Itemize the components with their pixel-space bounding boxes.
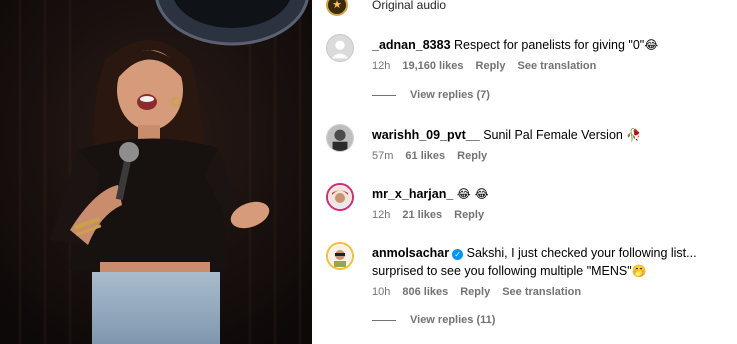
comment-time: 57m bbox=[372, 150, 394, 162]
comment-meta: 12h 21 likes Reply bbox=[372, 209, 722, 221]
comment-time: 12h bbox=[372, 60, 391, 72]
user-avatar[interactable] bbox=[326, 124, 354, 152]
comment-meta: 12h 19,160 likes Reply See translation bbox=[372, 60, 722, 72]
view-replies-button[interactable]: View replies (11) bbox=[372, 314, 495, 326]
performer-image bbox=[0, 0, 312, 344]
reel-video[interactable] bbox=[0, 0, 312, 344]
view-replies-label[interactable]: View replies (7) bbox=[410, 89, 490, 101]
comment-text: warishh_09_pvt__ Sunil Pal Female Versio… bbox=[372, 126, 722, 144]
comment-likes[interactable]: 21 likes bbox=[402, 209, 442, 221]
audio-star-icon: ★ bbox=[326, 0, 348, 16]
comment-time: 12h bbox=[372, 209, 391, 221]
view-replies-label[interactable]: View replies (11) bbox=[410, 314, 495, 326]
comment-likes[interactable]: 19,160 likes bbox=[402, 60, 463, 72]
comment-meta: 10h 806 likes Reply See translation bbox=[372, 286, 722, 298]
audio-label[interactable]: Original audio bbox=[372, 0, 446, 12]
replies-divider bbox=[372, 94, 396, 96]
comment-username[interactable]: mr_x_harjan_ bbox=[372, 187, 453, 201]
verified-badge-icon: ✓ bbox=[452, 249, 464, 260]
user-avatar[interactable] bbox=[326, 183, 354, 211]
reply-button[interactable]: Reply bbox=[457, 150, 487, 162]
see-translation-button[interactable]: See translation bbox=[518, 60, 597, 72]
comment-text: anmolsachar ✓ Sakshi, I just checked your… bbox=[372, 244, 722, 280]
replies-divider bbox=[372, 319, 396, 321]
comment-content: Sunil Pal Female Version bbox=[483, 128, 623, 142]
reply-button[interactable]: Reply bbox=[460, 286, 490, 298]
default-avatar-icon[interactable] bbox=[326, 34, 354, 62]
comment-text: mr_x_harjan_ 😂 😂 bbox=[372, 185, 722, 203]
comment-emoji: 😂 😂 bbox=[456, 187, 489, 201]
view-replies-button[interactable]: View replies (7) bbox=[372, 89, 490, 101]
comment-username[interactable]: warishh_09_pvt__ bbox=[372, 128, 480, 142]
comment-text: _adnan_8383 Respect for panelists for gi… bbox=[372, 36, 722, 54]
comment-emoji: 🥀 bbox=[626, 128, 642, 142]
comment-likes[interactable]: 806 likes bbox=[402, 286, 448, 298]
comments-panel: ★ Original audio _adnan_8383 Respect for… bbox=[312, 0, 737, 344]
reply-button[interactable]: Reply bbox=[476, 60, 506, 72]
reply-button[interactable]: Reply bbox=[454, 209, 484, 221]
comment-emoji: 🤭 bbox=[631, 264, 647, 278]
comment-meta: 57m 61 likes Reply bbox=[372, 150, 722, 162]
audio-row[interactable]: ★ Original audio bbox=[326, 0, 446, 16]
comment-username[interactable]: _adnan_8383 bbox=[372, 38, 451, 52]
comment-username[interactable]: anmolsachar bbox=[372, 246, 449, 260]
comment-content: Respect for panelists for giving "0" bbox=[454, 38, 645, 52]
comment-likes[interactable]: 61 likes bbox=[405, 150, 445, 162]
comment-time: 10h bbox=[372, 286, 391, 298]
user-avatar[interactable] bbox=[326, 242, 354, 270]
see-translation-button[interactable]: See translation bbox=[502, 286, 581, 298]
comment-emoji: 😂 bbox=[644, 38, 659, 52]
